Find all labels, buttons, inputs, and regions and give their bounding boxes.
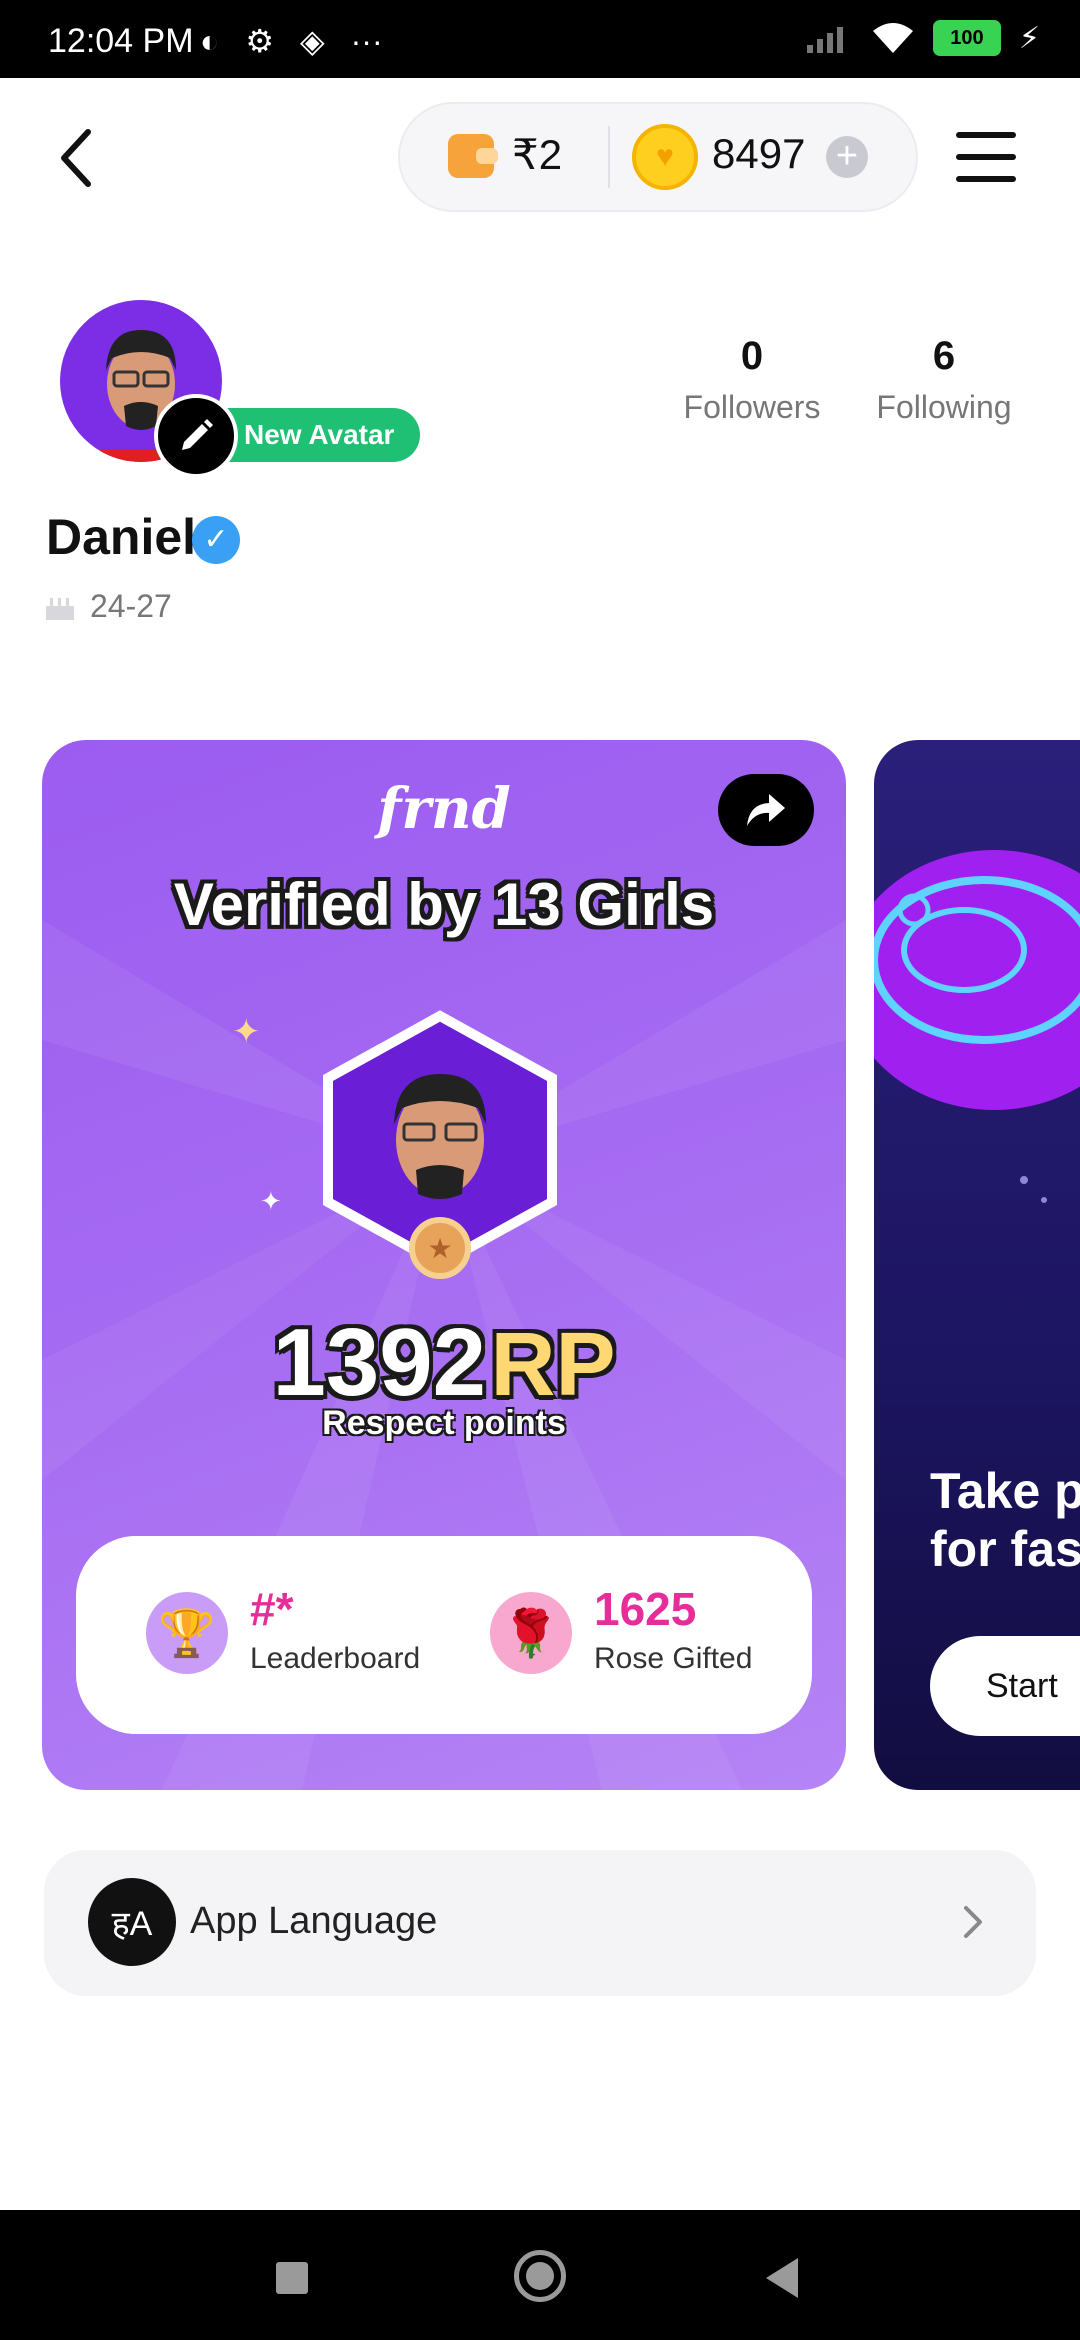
nav-back-icon[interactable] xyxy=(766,2258,798,2298)
planet-illustration xyxy=(874,850,1080,1203)
verified-badge-icon: ✓ xyxy=(192,516,240,564)
back-icon[interactable] xyxy=(56,128,96,188)
share-arrow-icon xyxy=(747,794,785,826)
app-language-label: App Language xyxy=(190,1900,438,1942)
home-icon[interactable] xyxy=(514,2250,566,2302)
card-stats-box: 🏆 #* Leaderboard 🌹 1625 Rose Gifted xyxy=(76,1536,812,1734)
share-button[interactable] xyxy=(718,774,814,846)
pencil-icon xyxy=(182,419,213,450)
hexagon-avatar: ★ xyxy=(320,1010,560,1280)
wallet-icon xyxy=(448,134,498,178)
profile-name: Daniel xyxy=(46,509,197,565)
followers-stat[interactable]: 0 Followers xyxy=(672,334,832,426)
wifi-icon xyxy=(872,23,913,53)
verified-card[interactable]: frnd Verified by 13 Girls ✦ ✦ ★ 1392 RP … xyxy=(42,740,846,1790)
rose-gifted-value: 1625 xyxy=(594,1583,697,1635)
following-label: Following xyxy=(876,389,1012,425)
add-coins-icon[interactable]: + xyxy=(826,136,868,178)
status-time: 12:04 PM xyxy=(48,22,194,60)
cake-icon xyxy=(46,598,74,620)
promo-title-line1: Take pe xyxy=(930,1463,1080,1519)
respect-points-unit: RP xyxy=(490,1315,616,1415)
sparkle-icon: ✦ xyxy=(260,1186,282,1216)
svg-text:★: ★ xyxy=(427,1233,452,1264)
charging-icon: ⚡ xyxy=(1018,21,1040,55)
followers-label: Followers xyxy=(683,389,821,425)
coin-icon: ♥ xyxy=(632,124,698,190)
respect-points-value: 1392 xyxy=(272,1309,487,1416)
recents-icon[interactable] xyxy=(276,2262,308,2294)
settings-icon: ⚙ xyxy=(245,23,275,59)
wallet-amount: ₹2 xyxy=(512,131,563,178)
followers-count: 0 xyxy=(740,334,764,378)
promo-title-line2: for fast xyxy=(930,1521,1080,1577)
more-notifications-icon: ··· xyxy=(350,22,383,59)
hamburger-menu-icon[interactable] xyxy=(956,132,1016,182)
chevron-right-icon xyxy=(964,1906,982,1938)
age-range: 24-27 xyxy=(90,588,172,624)
signal-icon xyxy=(806,27,843,53)
start-button[interactable]: Start xyxy=(930,1636,1080,1736)
sparkle-icon: ✦ xyxy=(232,1013,261,1051)
leaderboard-value: #* xyxy=(250,1583,294,1635)
status-bar: 12:04 PM ◐ ⚙ ◈ ··· 100 ⚡ xyxy=(0,0,1080,78)
status-icons-right: 100 ⚡ xyxy=(805,20,1040,56)
trophy-icon: 🏆 xyxy=(146,1592,228,1674)
following-stat[interactable]: 6 Following xyxy=(862,334,1026,426)
promo-title: Take pe for fast xyxy=(930,1462,1080,1578)
hexagon-avatar-graphic: ★ xyxy=(323,1010,557,1279)
battery-icon: 100 xyxy=(932,20,1001,56)
app-language-row[interactable]: हA App Language xyxy=(44,1850,1036,1996)
respect-points-label: Respect points xyxy=(322,1404,566,1442)
layers-icon: ◈ xyxy=(300,23,325,59)
promo-card[interactable]: Take pe for fast Start xyxy=(874,740,1080,1790)
system-nav-bar xyxy=(0,2210,1080,2340)
status-icons-left: ◐ ⚙ ◈ ··· xyxy=(200,22,383,60)
app-notification-icon: ◐ xyxy=(200,22,220,59)
language-icon: हA xyxy=(88,1878,176,1966)
edit-avatar-button[interactable] xyxy=(154,394,238,478)
rose-icon: 🌹 xyxy=(490,1592,572,1674)
pill-divider xyxy=(608,126,610,188)
following-count: 6 xyxy=(932,334,956,378)
respect-points-line: 1392 RP xyxy=(42,1308,846,1418)
leaderboard-label: Leaderboard xyxy=(250,1642,421,1675)
wallet-balance-pill[interactable]: ₹2 ♥ 8497 + xyxy=(398,102,918,212)
rose-gifted-label: Rose Gifted xyxy=(594,1642,753,1675)
verified-title: Verified by 13 Girls xyxy=(173,871,715,938)
coin-amount: 8497 xyxy=(712,130,806,177)
